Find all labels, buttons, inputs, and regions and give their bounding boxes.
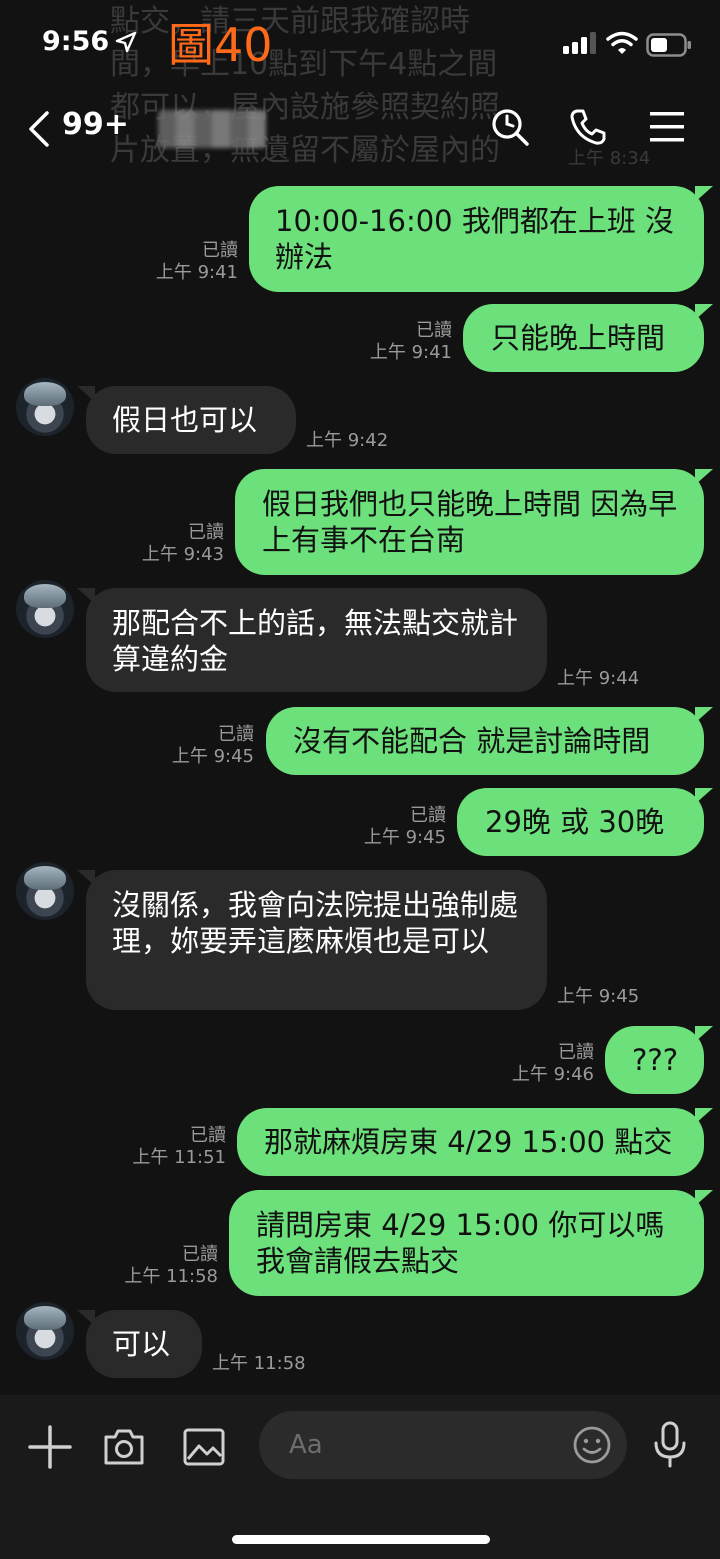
emoji-icon[interactable] [572,1425,612,1465]
figure-tag: 圖40 [168,18,273,72]
message-time: 上午 9:43 [141,544,224,565]
message-text: 請問房東 4/29 15:00 你可以嗎 我會請假去點交 [256,1208,665,1278]
message-time: 上午 9:45 [363,827,446,848]
outgoing-message-bubble[interactable]: ??? [605,1026,713,1094]
message-meta: 已讀 上午 9:41 [156,240,238,284]
composer-bar [0,1395,720,1559]
location-arrow-icon [115,31,137,53]
message-text: 那就麻煩房東 4/29 15:00 點交 [264,1125,673,1159]
contact-name: ■■■ [158,110,266,148]
phone-icon[interactable] [568,107,608,147]
outgoing-message-bubble[interactable]: 假日我們也只能晚上時間 因為早上有事不在台南 [235,469,713,575]
message-meta: 已讀 上午 9:45 [364,805,446,849]
avatar[interactable] [16,862,74,920]
outgoing-message-bubble[interactable]: 請問房東 4/29 15:00 你可以嗎 我會請假去點交 [229,1190,713,1296]
message-time: 上午 9:41 [369,342,452,363]
battery-icon [646,33,691,57]
message-text: 可以 [112,1327,171,1361]
camera-icon[interactable] [102,1425,146,1469]
avatar[interactable] [16,1302,74,1360]
signal-icon [563,32,596,54]
message-meta: 已讀 上午 9:41 [370,320,452,364]
message-meta: 已讀 上午 11:58 [124,1244,218,1288]
message-text: 10:00-16:00 我們都在上班 沒辦法 [275,204,675,274]
incoming-message-bubble[interactable]: 那配合不上的話，無法點交就計算違約金 [77,588,547,692]
outgoing-message-bubble[interactable]: 29晚 或 30晚 [457,788,713,856]
outgoing-message-bubble[interactable]: 10:00-16:00 我們都在上班 沒辦法 [249,186,713,292]
message-meta: 已讀 上午 9:46 [512,1042,594,1086]
message-time: 上午 9:46 [511,1064,594,1085]
avatar[interactable] [16,580,74,638]
message-time: 上午 9:42 [306,430,389,451]
read-receipt: 已讀 [218,724,254,745]
microphone-icon[interactable] [650,1421,690,1469]
clock: 9:56 [42,26,110,57]
unread-count-badge[interactable]: 99+ [62,107,129,142]
read-receipt: 已讀 [188,522,224,543]
incoming-message-bubble[interactable]: 可以 [77,1310,202,1378]
message-text: 那配合不上的話，無法點交就計算違約金 [112,606,519,676]
wifi-icon [606,31,638,54]
message-text: 沒有不能配合 就是討論時間 [293,724,651,758]
message-time: 上午 11:51 [132,1147,226,1168]
message-text: 假日我們也只能晚上時間 因為早上有事不在台南 [262,487,678,557]
chat-header: 99+ ■■■ [0,95,720,165]
plus-icon[interactable] [28,1425,72,1469]
read-receipt: 已讀 [410,805,446,826]
outgoing-message-bubble[interactable]: 只能晚上時間 [463,304,713,372]
back-chevron-icon[interactable] [26,109,52,149]
outgoing-message-bubble[interactable]: 沒有不能配合 就是討論時間 [266,707,713,775]
message-text: ??? [632,1043,679,1077]
message-time: 上午 11:58 [212,1353,306,1374]
search-icon[interactable] [490,107,530,147]
read-receipt: 已讀 [182,1244,218,1265]
message-time: 上午 9:41 [155,262,238,283]
read-receipt: 已讀 [416,320,452,341]
message-time: 上午 9:45 [171,746,254,767]
message-text: 只能晚上時間 [491,321,666,355]
avatar[interactable] [16,378,74,436]
read-receipt: 已讀 [202,240,238,261]
message-meta: 已讀 上午 9:43 [142,522,224,566]
read-receipt: 已讀 [558,1042,594,1063]
message-time: 上午 9:44 [557,668,640,689]
incoming-message-bubble[interactable]: 沒關係，我會向法院提出強制處理，妳要弄這麼麻煩也是可以 [77,870,547,1010]
read-receipt: 已讀 [190,1125,226,1146]
outgoing-message-bubble[interactable]: 那就麻煩房東 4/29 15:00 點交 [237,1108,713,1176]
status-bar: 9:56 圖40 [0,0,720,90]
message-time: 上午 11:58 [124,1266,218,1287]
message-meta: 已讀 上午 11:51 [132,1125,226,1169]
home-indicator[interactable] [232,1535,490,1544]
image-icon[interactable] [182,1425,226,1469]
message-meta: 已讀 上午 9:45 [172,724,254,768]
message-text: 沒關係，我會向法院提出強制處理，妳要弄這麼麻煩也是可以 [112,888,519,958]
message-text: 假日也可以 [112,403,258,437]
message-time: 上午 9:45 [557,986,640,1007]
incoming-message-bubble[interactable]: 假日也可以 [77,386,296,454]
menu-icon[interactable] [648,109,686,145]
message-text: 29晚 或 30晚 [485,805,665,839]
